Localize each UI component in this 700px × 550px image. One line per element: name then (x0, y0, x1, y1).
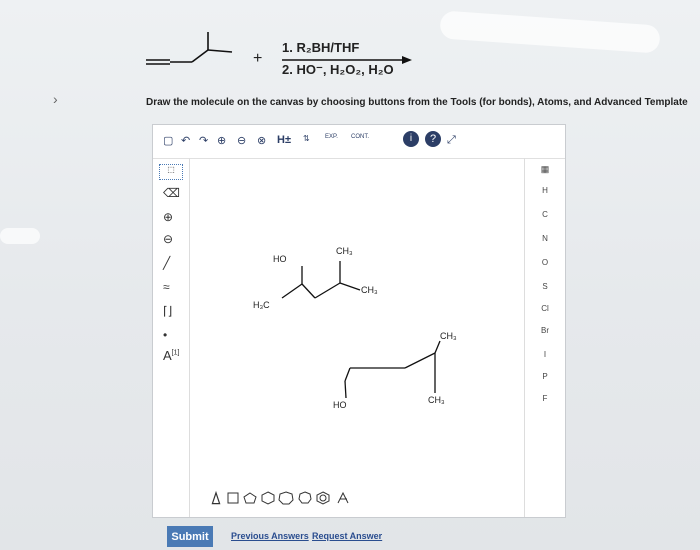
lone-pair-icon[interactable]: • (163, 328, 167, 342)
atom-cl[interactable]: Cl (525, 304, 565, 313)
drawing-canvas[interactable]: HO CH₃ CH₃ H₃C HO CH₃ CH₃ (190, 158, 525, 517)
atom-label-h3c[interactable]: H₃C (253, 300, 270, 310)
atom-property-tool[interactable]: A[1] (163, 348, 179, 363)
bracket-tool-icon[interactable]: ⌈⌋ (163, 304, 172, 318)
screen-glare (0, 228, 40, 244)
advanced-template-icon[interactable] (337, 491, 349, 504)
atom-br[interactable]: Br (525, 326, 565, 335)
molecule-bonds (281, 261, 441, 399)
screen-glare (439, 10, 661, 54)
contract-button[interactable]: CONT. (351, 134, 369, 140)
submit-button[interactable]: Submit (167, 526, 213, 547)
cyclohexane-template-icon[interactable] (261, 491, 275, 505)
clear-icon[interactable]: ⊗ (257, 134, 266, 147)
help-icon[interactable]: ? (425, 131, 441, 147)
atom-c[interactable]: C (525, 210, 565, 219)
redo-icon[interactable]: ↷ (199, 134, 208, 147)
fullscreen-icon[interactable]: ⤢ (447, 134, 456, 147)
atom-s[interactable]: S (525, 282, 565, 291)
negative-charge-icon[interactable]: ⊖ (163, 232, 173, 246)
molecule-editor: ▢ ↶ ↷ ⊕ ⊖ ⊗ H± ⇅ EXP. CONT. i ? ⤢ ⬚ ⌫ ⊕ … (152, 124, 566, 518)
previous-answers-link[interactable]: Previous Answers (231, 531, 309, 541)
instructions-text: Draw the molecule on the canvas by choos… (146, 97, 688, 108)
zoom-in-icon[interactable]: ⊕ (217, 134, 226, 147)
info-icon[interactable]: i (403, 131, 419, 147)
reagent-step-2: 2. HO⁻, H₂O₂, H₂O (282, 62, 394, 77)
benzene-template-icon[interactable] (316, 491, 330, 505)
atom-label-ho[interactable]: HO (273, 254, 287, 264)
ring-templates (211, 490, 349, 505)
cyclooctane-template-icon[interactable] (298, 491, 312, 504)
reagent-step-1: 1. R₂BH/THF (282, 40, 360, 55)
atom-property-label: A (163, 348, 172, 363)
single-bond-icon[interactable]: ╱ (163, 256, 170, 270)
cyclobutane-template-icon[interactable] (227, 492, 239, 504)
new-document-icon[interactable]: ▢ (163, 134, 173, 147)
cycloheptane-template-icon[interactable] (278, 491, 294, 505)
atoms-sidebar: ▦ H C N O S Cl Br I P F (524, 158, 565, 517)
atom-i[interactable]: I (525, 350, 565, 359)
positive-charge-icon[interactable]: ⊕ (163, 210, 173, 224)
cyclopropane-template-icon[interactable] (211, 490, 221, 505)
cyclopentane-template-icon[interactable] (243, 492, 257, 504)
atom-o[interactable]: O (525, 258, 565, 267)
atom-label-ho[interactable]: HO (333, 400, 347, 410)
undo-icon[interactable]: ↶ (181, 134, 190, 147)
request-answer-link[interactable]: Request Answer (312, 531, 382, 541)
chevron-left-icon[interactable]: › (53, 91, 58, 107)
select-tool-icon[interactable]: ⬚ (159, 164, 183, 180)
atom-label-ch3[interactable]: CH₃ (428, 395, 445, 405)
zoom-out-icon[interactable]: ⊖ (237, 134, 246, 147)
2d-clean-icon[interactable]: ⇅ (303, 134, 310, 143)
eraser-icon[interactable]: ⌫ (163, 186, 180, 200)
chain-tool-icon[interactable]: ≈ (163, 280, 170, 294)
atom-p[interactable]: P (525, 372, 565, 381)
tools-sidebar: ⬚ ⌫ ⊕ ⊖ ╱ ≈ ⌈⌋ • A[1] (153, 158, 190, 517)
atom-label-ch3[interactable]: CH₃ (336, 246, 353, 256)
periodic-table-icon[interactable]: ▦ (525, 164, 565, 175)
atom-label-ch3[interactable]: CH₃ (361, 285, 378, 295)
editor-toolbar: ▢ ↶ ↷ ⊕ ⊖ ⊗ H± ⇅ EXP. CONT. i ? ⤢ (153, 125, 565, 159)
plus-sign: + (253, 50, 263, 67)
expand-button[interactable]: EXP. (325, 134, 338, 140)
atom-property-sup: [1] (171, 349, 180, 357)
atom-h[interactable]: H (525, 186, 565, 195)
atom-n[interactable]: N (525, 234, 565, 243)
hydrogen-toggle[interactable]: H± (277, 134, 291, 146)
atom-f[interactable]: F (525, 394, 565, 403)
atom-label-ch3[interactable]: CH₃ (440, 331, 457, 341)
